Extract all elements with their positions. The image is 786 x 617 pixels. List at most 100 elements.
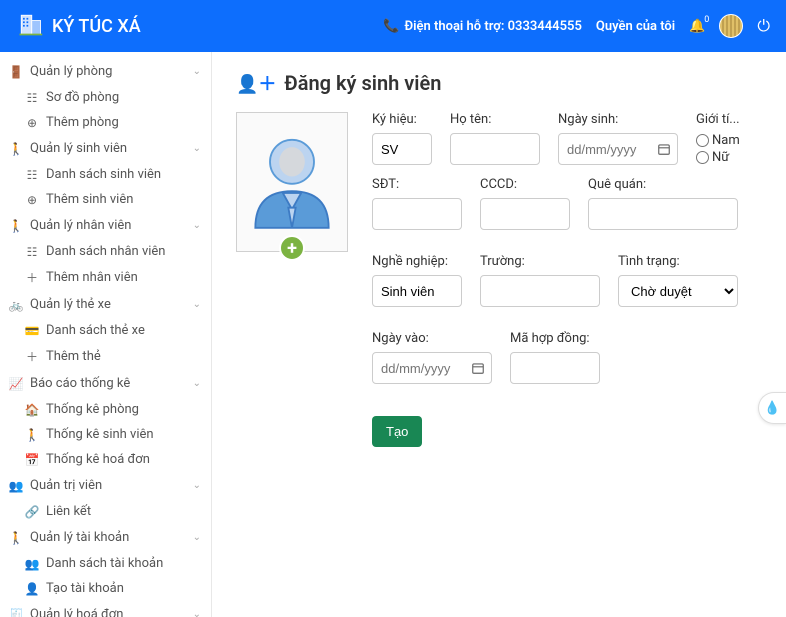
- sidebar-item[interactable]: ＋ Thêm nhân viên: [0, 264, 211, 291]
- chevron-down-icon: ⌄: [193, 480, 201, 491]
- menu-item-icon: 🔗: [24, 505, 40, 519]
- top-header: KÝ TÚC XÁ 📞 Điện thoại hỗ trợ: 033344455…: [0, 0, 786, 52]
- sidebar-item[interactable]: 🏠Thống kê phòng: [0, 397, 211, 422]
- menu-item-label: Thêm phòng: [46, 115, 119, 130]
- radio-nu-wrap[interactable]: Nữ: [696, 150, 740, 165]
- support-phone-text: Điện thoại hỗ trợ: 0333444555: [404, 19, 581, 34]
- menu-item-icon: ☷: [24, 245, 40, 259]
- menu-item-icon: ＋: [24, 348, 40, 365]
- menu-item-icon: ☷: [24, 91, 40, 105]
- input-sdt[interactable]: [372, 198, 462, 230]
- float-action-button[interactable]: 💧: [758, 392, 786, 424]
- person-placeholder-icon: [237, 127, 347, 237]
- radio-nu[interactable]: [696, 151, 709, 164]
- input-quequan[interactable]: [588, 198, 738, 230]
- sidebar-item[interactable]: ＋Thêm thẻ: [0, 343, 211, 370]
- radio-nam[interactable]: [696, 134, 709, 147]
- photo-upload-box[interactable]: +: [236, 112, 348, 252]
- sidebar-group-header[interactable]: 🚲Quản lý thẻ xe⌄: [0, 291, 211, 318]
- label-nghenghiep: Nghề nghiệp:: [372, 254, 462, 269]
- chevron-down-icon: ⌄: [193, 378, 201, 389]
- sidebar-item[interactable]: ⊕Thêm sinh viên: [0, 187, 211, 212]
- input-truong[interactable]: [480, 275, 600, 307]
- sidebar-group-header[interactable]: 🚶Quản lý sinh viên⌄: [0, 135, 211, 162]
- notifications-button[interactable]: 🔔 0: [689, 19, 705, 34]
- brand[interactable]: KÝ TÚC XÁ: [16, 10, 141, 43]
- add-photo-button[interactable]: +: [279, 235, 305, 261]
- menu-item-icon: 📅: [24, 453, 40, 467]
- menu-item-label: Thống kê sinh viên: [46, 427, 154, 442]
- menu-group-label: Quản lý thẻ xe: [30, 297, 111, 312]
- sidebar-group-header[interactable]: 📈 Báo cáo thống kê ⌄: [0, 370, 211, 397]
- sidebar-item[interactable]: ☷Danh sách sinh viên: [0, 162, 211, 187]
- sidebar-group-header[interactable]: 🚪Quản lý phòng⌄: [0, 58, 211, 85]
- menu-item-icon: 💳: [24, 324, 40, 338]
- user-plus-icon: 👤＋: [236, 70, 276, 96]
- sidebar-item[interactable]: ☷Danh sách nhân viên: [0, 239, 211, 264]
- sidebar-item[interactable]: 🔗 Liên kết: [0, 499, 211, 524]
- input-ngaysinh[interactable]: [558, 133, 678, 165]
- menu-item-label: Thêm nhân viên: [46, 270, 138, 285]
- input-hoten[interactable]: [450, 133, 540, 165]
- menu-item-icon: ＋: [24, 269, 40, 286]
- radio-nu-label: Nữ: [712, 150, 729, 165]
- sidebar-item[interactable]: 👥Danh sách tài khoản: [0, 551, 211, 576]
- chevron-down-icon: ⌄: [193, 66, 201, 77]
- menu-group-icon: 🚶: [8, 219, 24, 233]
- sidebar-item[interactable]: 📅Thống kê hoá đơn: [0, 447, 211, 472]
- label-hoten: Họ tên:: [450, 112, 540, 127]
- input-nghenghiep[interactable]: [372, 275, 462, 307]
- radio-nam-label: Nam: [712, 133, 740, 148]
- phone-icon: 📞: [383, 19, 399, 34]
- menu-group-icon: 🚶: [8, 142, 24, 156]
- menu-item-label: Liên kết: [46, 504, 91, 519]
- chevron-down-icon: ⌄: [193, 532, 201, 543]
- menu-item-label: Danh sách sinh viên: [46, 167, 161, 182]
- power-icon[interactable]: ⏻: [757, 16, 770, 36]
- input-mahopdong[interactable]: [510, 352, 600, 384]
- label-ngaysinh: Ngày sinh:: [558, 112, 678, 127]
- sidebar: 🚪Quản lý phòng⌄☷Sơ đồ phòng⊕Thêm phòng🚶Q…: [0, 52, 212, 617]
- menu-item-label: Tạo tài khoản: [46, 581, 124, 596]
- building-icon: [16, 10, 44, 43]
- select-tinhtrang[interactable]: Chờ duyệt: [618, 275, 738, 307]
- menu-item-icon: 👤: [24, 582, 40, 596]
- sidebar-group-header[interactable]: 🚶 Quản lý tài khoản ⌄: [0, 524, 211, 551]
- brand-text: KÝ TÚC XÁ: [52, 16, 141, 37]
- input-kyhieu[interactable]: [372, 133, 432, 165]
- input-ngayvao[interactable]: [372, 352, 492, 384]
- user-avatar[interactable]: [719, 14, 743, 38]
- radio-nam-wrap[interactable]: Nam: [696, 133, 740, 148]
- submit-button[interactable]: Tạo: [372, 416, 422, 447]
- menu-group-label: Quản lý hoá đơn: [30, 607, 123, 617]
- label-tinhtrang: Tình trạng:: [618, 254, 738, 269]
- label-gioitinh: Giới tí...: [696, 112, 740, 127]
- input-cccd[interactable]: [480, 198, 570, 230]
- rights-link[interactable]: Quyền của tôi: [596, 19, 675, 34]
- sidebar-item[interactable]: 🚶 Thống kê sinh viên: [0, 422, 211, 447]
- bell-icon: 🔔: [689, 19, 705, 34]
- sidebar-group-header[interactable]: 🧾Quản lý hoá đơn⌄: [0, 601, 211, 617]
- main-content: 👤＋ Đăng ký sinh viên + Ký hiệu:: [212, 52, 786, 617]
- plus-icon: +: [287, 238, 297, 259]
- menu-group-label: Quản lý tài khoản: [30, 530, 129, 545]
- menu-group-label: Báo cáo thống kê: [30, 376, 130, 391]
- sidebar-item[interactable]: ⊕Thêm phòng: [0, 110, 211, 135]
- sidebar-group-header[interactable]: 🚶Quản lý nhân viên⌄: [0, 212, 211, 239]
- menu-group-label: Quản lý nhân viên: [30, 218, 131, 233]
- menu-group-icon: 📈: [8, 377, 24, 391]
- menu-group-icon: 🚪: [8, 65, 24, 79]
- support-phone[interactable]: 📞 Điện thoại hỗ trợ: 0333444555: [383, 19, 582, 34]
- menu-item-label: Danh sách thẻ xe: [46, 323, 145, 338]
- sidebar-group-header[interactable]: 👥Quản trị viên⌄: [0, 472, 211, 499]
- menu-item-label: Thêm sinh viên: [46, 192, 133, 207]
- menu-item-label: Sơ đồ phòng: [46, 90, 119, 105]
- sidebar-item[interactable]: ☷ Sơ đồ phòng: [0, 85, 211, 110]
- menu-item-icon: 🚶: [24, 428, 40, 442]
- sidebar-item[interactable]: 💳 Danh sách thẻ xe: [0, 318, 211, 343]
- menu-group-icon: 🚲: [8, 298, 24, 312]
- menu-group-icon: 🚶: [8, 531, 24, 545]
- menu-item-label: Danh sách tài khoản: [46, 556, 163, 571]
- sidebar-item[interactable]: 👤 Tạo tài khoản: [0, 576, 211, 601]
- menu-group-label: Quản trị viên: [30, 478, 102, 493]
